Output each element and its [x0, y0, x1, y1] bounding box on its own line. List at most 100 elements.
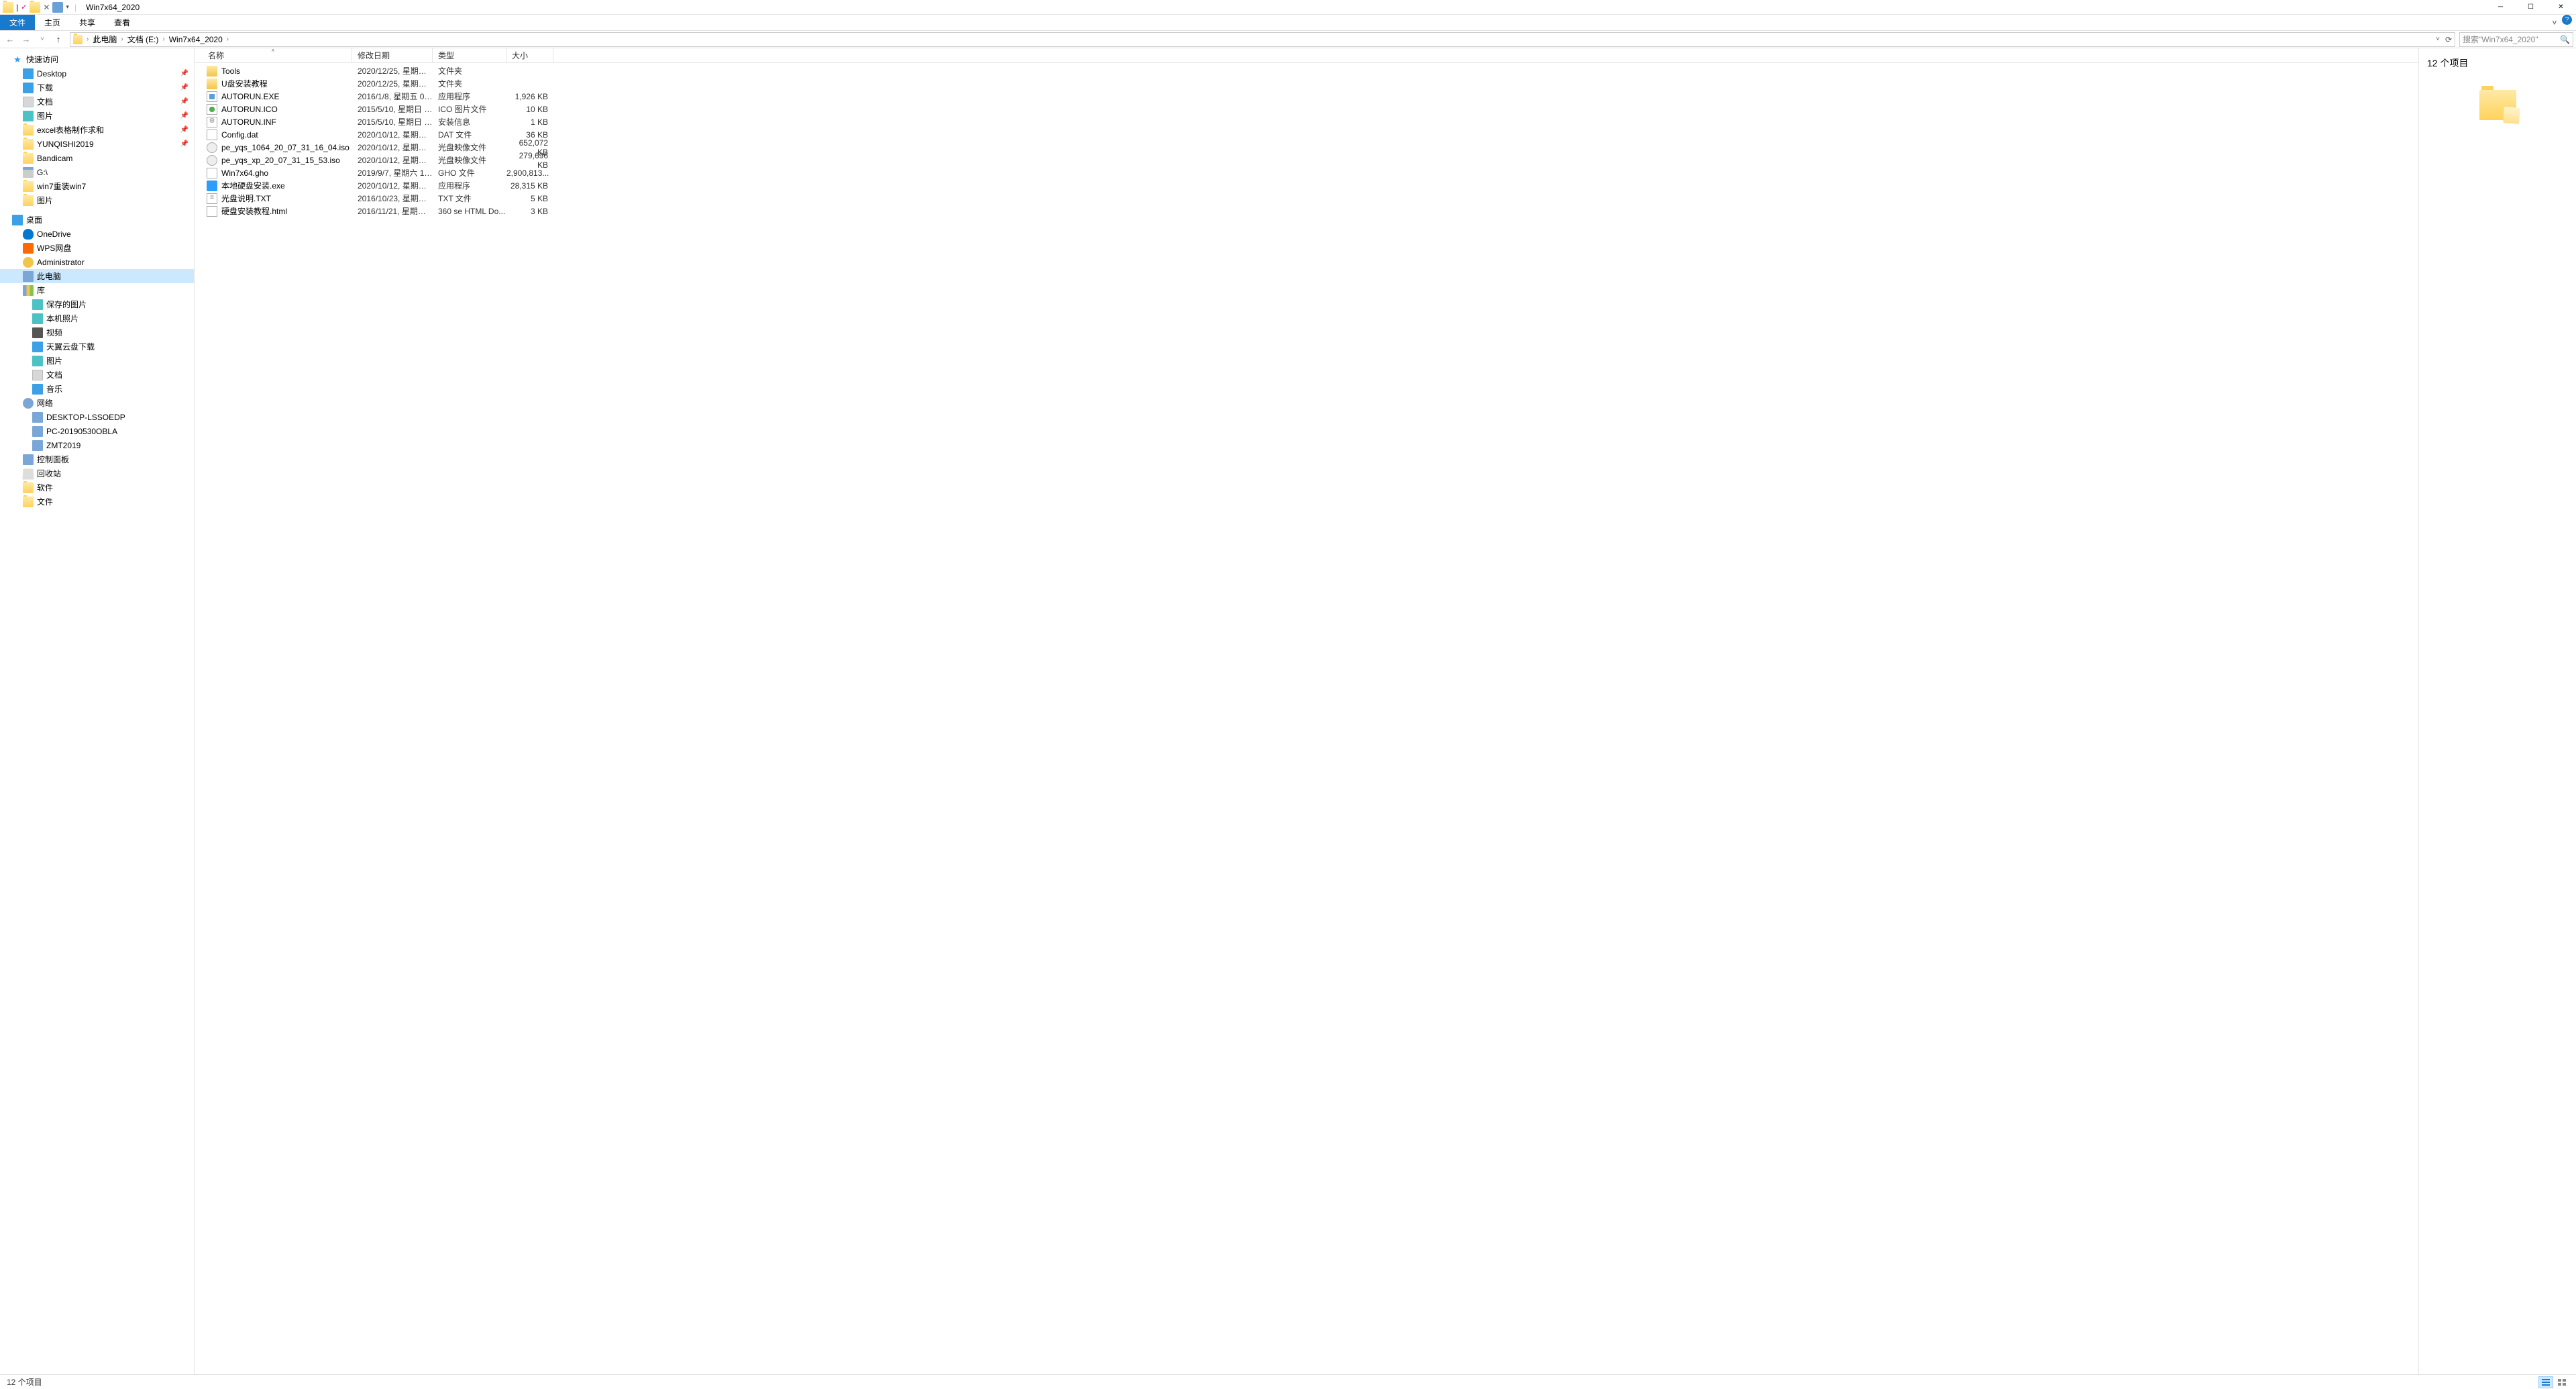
refresh-icon[interactable]: ⟳ — [2445, 35, 2452, 44]
file-row[interactable]: AUTORUN.ICO2015/5/10, 星期日 02...ICO 图片文件1… — [195, 103, 2418, 115]
tree-item[interactable]: YUNQISHI2019📌 — [0, 137, 194, 151]
tree-item[interactable]: 图片 📌 — [0, 109, 194, 123]
recent-locations-button[interactable]: ˅ — [35, 32, 50, 47]
file-type: GHO 文件 — [433, 167, 506, 178]
tree-item[interactable]: Bandicam — [0, 151, 194, 165]
help-icon[interactable]: ? — [2562, 15, 2572, 25]
tree-item[interactable]: 回收站 — [0, 466, 194, 480]
close-button[interactable]: ✕ — [2546, 0, 2576, 15]
pc-icon — [32, 426, 43, 437]
doc-icon — [23, 97, 34, 107]
address-bar[interactable]: › 此电脑 › 文档 (E:) › Win7x64_2020 › ˅ ⟳ — [70, 32, 2455, 47]
breadcrumb[interactable]: Win7x64_2020 — [169, 35, 223, 44]
tree-item[interactable]: win7重装win7 — [0, 179, 194, 193]
thumbnails-view-button[interactable] — [2555, 1376, 2569, 1388]
tree-item[interactable]: 天翼云盘下载 — [0, 340, 194, 354]
tree-item-label: G:\ — [37, 168, 48, 177]
navigation-pane[interactable]: ★快速访问Desktop📌下载📌文档📌图片📌excel表格制作求和📌YUNQIS… — [0, 48, 195, 1374]
chevron-right-icon[interactable]: › — [85, 36, 90, 43]
file-type: DAT 文件 — [433, 129, 506, 140]
chevron-right-icon[interactable]: › — [161, 36, 166, 43]
column-header-name[interactable]: 名称 ˄ — [195, 48, 352, 62]
minimize-button[interactable]: ─ — [2485, 0, 2516, 15]
file-row[interactable]: 光盘说明.TXT2016/10/23, 星期日 0...TXT 文件5 KB — [195, 192, 2418, 205]
qat-dropdown-icon[interactable]: ▾ — [66, 3, 69, 11]
tree-item[interactable]: 音乐 — [0, 382, 194, 396]
tree-item[interactable]: 文件 — [0, 495, 194, 509]
breadcrumb[interactable]: 此电脑 — [93, 34, 117, 45]
qat-properties-icon[interactable] — [52, 2, 63, 13]
tree-item-label: excel表格制作求和 — [37, 124, 104, 136]
file-row[interactable]: 硬盘安装教程.html2016/11/21, 星期一 2...360 se HT… — [195, 205, 2418, 217]
tree-item[interactable]: WPS网盘 — [0, 241, 194, 255]
tree-item[interactable]: 此电脑 — [0, 269, 194, 283]
tree-item[interactable]: 库 — [0, 283, 194, 297]
tree-item[interactable]: Administrator — [0, 255, 194, 269]
tree-item[interactable]: G:\ — [0, 165, 194, 179]
tab-view[interactable]: 查看 — [105, 15, 140, 30]
column-header-date[interactable]: 修改日期 — [352, 48, 433, 62]
file-row[interactable]: 本地硬盘安装.exe2020/10/12, 星期一 1...应用程序28,315… — [195, 179, 2418, 192]
wps-icon — [23, 243, 34, 254]
tree-item[interactable]: OneDrive — [0, 227, 194, 241]
pc-icon — [32, 412, 43, 423]
back-button[interactable]: ← — [3, 32, 17, 47]
tab-share[interactable]: 共享 — [70, 15, 105, 30]
tab-home[interactable]: 主页 — [35, 15, 70, 30]
file-list[interactable]: Tools2020/12/25, 星期五 1...文件夹U盘安装教程2020/1… — [195, 63, 2418, 1374]
search-placeholder: 搜索"Win7x64_2020" — [2463, 34, 2538, 45]
details-view-button[interactable] — [2538, 1376, 2553, 1388]
tree-item[interactable]: 文档📌 — [0, 95, 194, 109]
column-header-type[interactable]: 类型 — [433, 48, 506, 62]
chevron-right-icon[interactable]: › — [119, 36, 124, 43]
tree-item-label: 图片 — [37, 110, 53, 121]
tree-item[interactable]: PC-20190530OBLA — [0, 424, 194, 438]
file-row[interactable]: AUTORUN.EXE2016/1/8, 星期五 04:...应用程序1,926… — [195, 90, 2418, 103]
file-row[interactable]: Tools2020/12/25, 星期五 1...文件夹 — [195, 64, 2418, 77]
folder-icon — [23, 497, 34, 507]
tree-item[interactable]: 图片 — [0, 193, 194, 207]
ribbon-tabs: 文件 主页 共享 查看 ˅ ? — [0, 15, 2576, 31]
search-icon[interactable]: 🔍 — [2560, 35, 2570, 44]
maximize-button[interactable]: ☐ — [2516, 0, 2546, 15]
breadcrumb[interactable]: 文档 (E:) — [127, 34, 159, 45]
tree-item[interactable]: 桌面 — [0, 213, 194, 227]
tree-item[interactable]: 保存的图片 — [0, 297, 194, 311]
tree-item[interactable]: 网络 — [0, 396, 194, 410]
music-icon — [32, 384, 43, 395]
forward-button[interactable]: → — [19, 32, 34, 47]
tree-item[interactable]: excel表格制作求和📌 — [0, 123, 194, 137]
tree-item[interactable]: 控制面板 — [0, 452, 194, 466]
column-header-size[interactable]: 大小 — [506, 48, 553, 62]
search-input[interactable]: 搜索"Win7x64_2020" 🔍 — [2459, 32, 2573, 47]
qat-close-icon[interactable]: ✕ — [43, 3, 50, 12]
tree-item[interactable]: 视频 — [0, 325, 194, 340]
ribbon-collapse-icon[interactable]: ˅ — [2547, 15, 2562, 30]
qat-check-icon[interactable]: ✓ — [21, 3, 27, 11]
file-row[interactable]: Win7x64.gho2019/9/7, 星期六 19:...GHO 文件2,9… — [195, 166, 2418, 179]
pin-icon: 📌 — [180, 112, 189, 119]
tree-item[interactable]: ★快速访问 — [0, 52, 194, 66]
up-button[interactable]: ↑ — [51, 32, 66, 47]
tree-item[interactable]: 软件 — [0, 480, 194, 495]
tree-item[interactable]: 图片 — [0, 354, 194, 368]
tree-item[interactable]: DESKTOP-LSSOEDP — [0, 410, 194, 424]
file-row[interactable]: AUTORUN.INF2015/5/10, 星期日 02...安装信息1 KB — [195, 115, 2418, 128]
folder-open-icon — [207, 79, 217, 89]
tab-file[interactable]: 文件 — [0, 15, 35, 30]
file-name: 光盘说明.TXT — [221, 193, 271, 204]
tree-item-label: win7重装win7 — [37, 181, 86, 192]
tree-item[interactable]: Desktop📌 — [0, 66, 194, 81]
file-date: 2015/5/10, 星期日 02... — [352, 116, 433, 127]
file-name: Tools — [221, 66, 240, 76]
tree-item[interactable]: 下载📌 — [0, 81, 194, 95]
tree-item[interactable]: 本机照片 — [0, 311, 194, 325]
tree-item[interactable]: ZMT2019 — [0, 438, 194, 452]
tree-item[interactable]: 文档 — [0, 368, 194, 382]
chevron-right-icon[interactable]: › — [225, 36, 230, 43]
file-row[interactable]: U盘安装教程2020/12/25, 星期五 1...文件夹 — [195, 77, 2418, 90]
qat-folder-icon[interactable] — [30, 2, 40, 13]
window-title: Win7x64_2020 — [86, 3, 140, 12]
file-row[interactable]: pe_yqs_xp_20_07_31_15_53.iso2020/10/12, … — [195, 154, 2418, 166]
address-dropdown-icon[interactable]: ˅ — [2436, 36, 2440, 43]
